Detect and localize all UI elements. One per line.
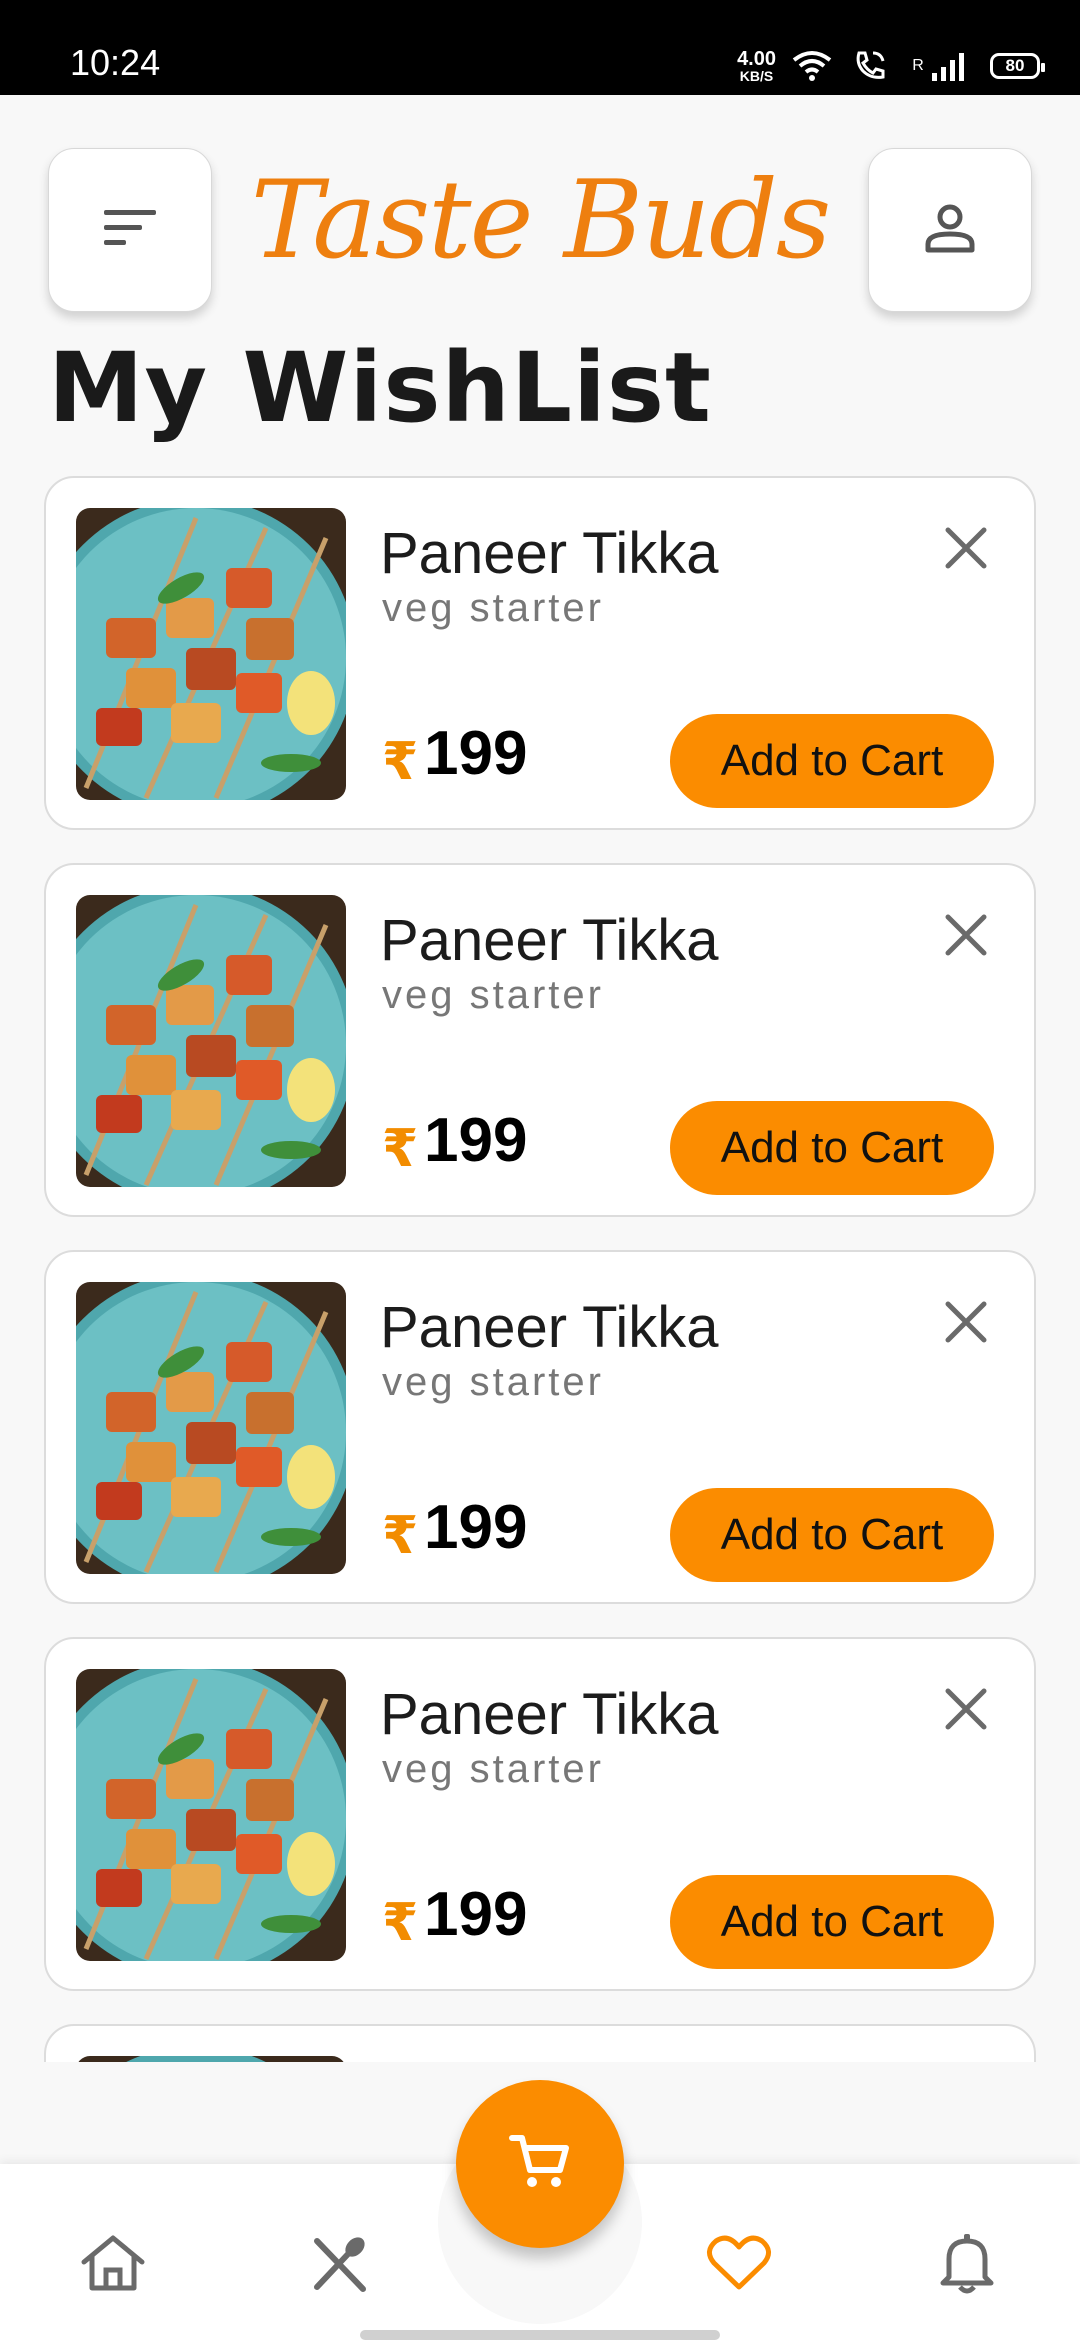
cart-fab-button[interactable] [456,2080,624,2248]
item-name: Paneer Tikka [380,1295,719,1360]
item-category: veg starter [382,586,604,630]
wishlist-list[interactable]: Paneer Tikka veg starter ₹ 199 Add to Ca… [44,476,1036,2062]
nav-wishlist[interactable] [694,2220,784,2310]
status-bar: 10:24 4.00 KB/S R 80 [0,0,1080,95]
item-price: 199 [424,1106,528,1175]
close-icon [944,1687,988,1736]
add-to-cart-button[interactable]: Add to Cart [670,714,994,808]
battery-icon: 80 [990,53,1045,79]
nav-notifications[interactable] [922,2220,1012,2310]
item-name: Paneer Tikka [380,1682,719,1747]
profile-button[interactable] [868,148,1032,312]
food-image [76,1669,346,1961]
sort-menu-icon [100,206,160,255]
currency-symbol: ₹ [382,1893,419,1953]
food-image [76,895,346,1187]
add-to-cart-button[interactable]: Add to Cart [670,1488,994,1582]
close-icon [944,1300,988,1349]
add-to-cart-button[interactable]: Add to Cart [670,1875,994,1969]
item-category: veg starter [382,973,604,1017]
remove-item-button[interactable] [938,522,994,578]
item-price: 199 [424,1880,528,1949]
wishlist-card: Paneer Tikka veg starter ₹ 199 Add to Ca… [44,1250,1036,1604]
item-name: Paneer Tikka [380,908,719,973]
item-price: 199 [424,1493,528,1562]
food-image [76,508,346,800]
currency-symbol: ₹ [382,1119,419,1179]
nav-menu[interactable] [296,2220,386,2310]
page-title: My WishList [48,332,712,444]
item-category: veg starter [382,1747,604,1791]
wishlist-card: Paneer Tikka veg starter ₹ 199 Add to Ca… [44,1637,1036,1991]
wifi-icon [790,48,834,84]
item-category: veg starter [382,1360,604,1404]
add-to-cart-button[interactable]: Add to Cart [670,1101,994,1195]
close-icon [944,526,988,575]
app-logo: Taste Buds [250,158,832,283]
item-name: Paneer Tikka [380,521,719,586]
status-icons: 4.00 KB/S R 80 [737,44,1045,88]
cart-icon [508,2130,572,2199]
remove-item-button[interactable] [938,909,994,965]
close-icon [944,913,988,962]
wishlist-card: Paneer Tikka veg starter ₹ 199 Add to Ca… [44,863,1036,1217]
net-speed: 4.00 KB/S [737,49,776,83]
food-image [76,2056,346,2062]
signal-icon: R [906,48,976,84]
remove-item-button[interactable] [938,1683,994,1739]
fork-spoon-icon [309,2231,373,2300]
currency-symbol: ₹ [382,1506,419,1566]
wishlist-card: Paneer Tikka veg starter ₹ 199 Add to Ca… [44,476,1036,830]
item-price: 199 [424,719,528,788]
nav-home[interactable] [68,2220,158,2310]
currency-symbol: ₹ [382,732,419,792]
menu-button[interactable] [48,148,212,312]
person-icon [922,200,978,261]
status-time: 10:24 [70,42,161,83]
net-speed-value: 4.00 [737,48,776,70]
bell-icon [939,2231,995,2300]
gesture-home-bar[interactable] [360,2330,720,2340]
wishlist-card [44,2024,1036,2062]
remove-item-button[interactable] [938,1296,994,1352]
home-icon [80,2232,146,2299]
wifi-call-icon [848,48,892,84]
food-image [76,1282,346,1574]
network-type-label: R [912,57,924,74]
net-speed-unit: KB/S [739,68,774,84]
heart-icon [706,2233,772,2298]
